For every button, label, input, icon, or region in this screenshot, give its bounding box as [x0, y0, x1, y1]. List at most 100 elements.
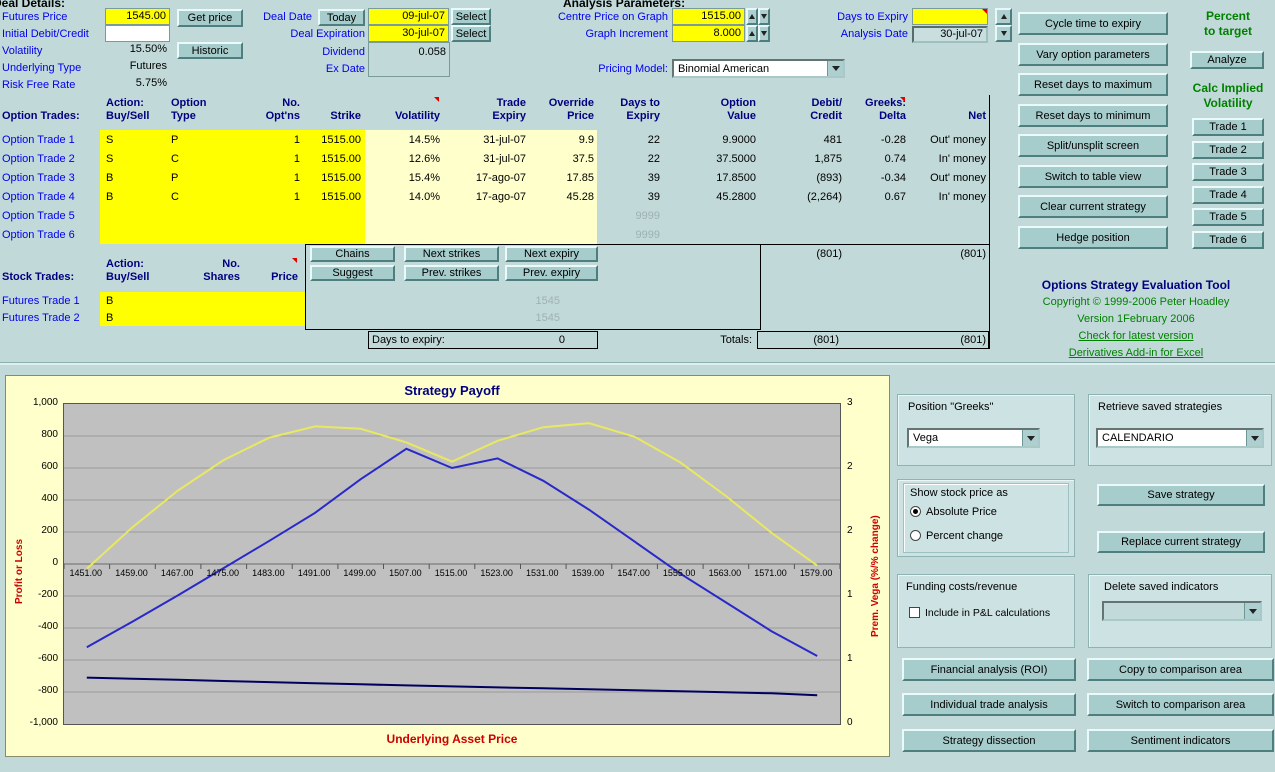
reset-days-to-maximum-button[interactable]: Reset days to maximum	[1018, 73, 1168, 96]
include-funding-checkbox[interactable]	[909, 607, 920, 618]
trade-6-button[interactable]: Trade 6	[1192, 231, 1264, 249]
initial-debit-credit-value[interactable]	[105, 25, 170, 42]
option-cell-type[interactable]: P	[171, 172, 223, 184]
option-cell-action[interactable]: S	[106, 153, 158, 165]
option-cell-vol[interactable]: 14.0%	[366, 191, 440, 203]
reset-days-to-minimum-button[interactable]: Reset days to minimum	[1018, 104, 1168, 127]
option-trade-row-label: Option Trade 4	[2, 191, 98, 203]
option-header-net-line2: Net	[908, 110, 986, 122]
stock-action-cell[interactable]: B	[106, 295, 113, 307]
graph-increment-field[interactable]: 8.000	[672, 25, 745, 42]
cycle-time-to-expiry-button[interactable]: Cycle time to expiry	[1018, 12, 1168, 35]
greeks-dropdown[interactable]: Vega	[907, 428, 1040, 448]
individual-trade-analysis-button[interactable]: Individual trade analysis	[902, 693, 1076, 716]
y-axis-right-tick-label: 2	[847, 525, 869, 536]
suggest-button[interactable]: Suggest	[310, 265, 395, 281]
futures-price-value[interactable]: 1545.00	[105, 8, 170, 25]
stock-trades-section-label: Stock Trades:	[2, 271, 74, 283]
hedge-position-button[interactable]: Hedge position	[1018, 226, 1168, 249]
deal-date-field[interactable]: 09-jul-07	[368, 8, 449, 25]
dropdown-arrow-icon[interactable]	[1244, 603, 1260, 619]
option-cell-type[interactable]: C	[171, 191, 223, 203]
option-cell-strike[interactable]: 1515.00	[303, 172, 361, 184]
deal-date-select-button[interactable]: Select	[451, 8, 491, 25]
option-cell-override[interactable]: 37.5	[528, 153, 594, 165]
replace-current-strategy-button[interactable]: Replace current strategy	[1097, 531, 1265, 553]
stock-row-input[interactable]	[100, 292, 305, 309]
dropdown-arrow-icon[interactable]	[1022, 430, 1038, 446]
trade-5-button[interactable]: Trade 5	[1192, 208, 1264, 226]
trade-1-button[interactable]: Trade 1	[1192, 118, 1264, 136]
option-cell-strike[interactable]: 1515.00	[303, 153, 361, 165]
payoff-plot-svg	[64, 404, 840, 724]
option-cell-action[interactable]: S	[106, 134, 158, 146]
days-to-expiry-field[interactable]	[912, 8, 988, 25]
switch-to-table-view-button[interactable]: Switch to table view	[1018, 165, 1168, 188]
trade-2-button[interactable]: Trade 2	[1192, 141, 1264, 159]
option-cell-expiry[interactable]: 31-jul-07	[446, 153, 526, 165]
prev-expiry-button[interactable]: Prev. expiry	[505, 265, 598, 281]
y-axis-left-tick-label: 600	[14, 461, 58, 472]
days-spinner-up[interactable]	[995, 8, 1012, 25]
prev-strikes-button[interactable]: Prev. strikes	[404, 265, 499, 281]
pricing-model-dropdown[interactable]: Binomial American	[672, 59, 845, 78]
percent-change-radio[interactable]	[910, 530, 921, 541]
clear-current-strategy-button[interactable]: Clear current strategy	[1018, 195, 1168, 218]
option-cell-override[interactable]: 45.28	[528, 191, 594, 203]
save-strategy-button[interactable]: Save strategy	[1097, 484, 1265, 506]
option-cell-override[interactable]: 17.85	[528, 172, 594, 184]
days-to-expiry-bottom-label: Days to expiry:	[372, 334, 445, 346]
calc-implied-volatility-label-line2: Volatility	[1183, 96, 1273, 110]
option-cell-vol[interactable]: 12.6%	[366, 153, 440, 165]
x-axis-tick-label: 1491.00	[291, 568, 337, 578]
dropdown-arrow-icon[interactable]	[827, 61, 843, 76]
centre-price-field[interactable]: 1515.00	[672, 8, 745, 25]
option-cell-action[interactable]: B	[106, 172, 158, 184]
graph-increment-spinner-down[interactable]	[758, 25, 770, 42]
option-cell-type[interactable]: P	[171, 134, 223, 146]
switch-to-comparison-area-button[interactable]: Switch to comparison area	[1087, 693, 1274, 716]
delete-saved-dropdown[interactable]	[1102, 601, 1262, 621]
chains-button[interactable]: Chains	[310, 246, 395, 262]
next-strikes-button[interactable]: Next strikes	[404, 246, 499, 262]
graph-increment-spinner-up[interactable]	[746, 25, 758, 42]
option-cell-vol[interactable]: 14.5%	[366, 134, 440, 146]
option-trade-row-label: Option Trade 1	[2, 134, 98, 146]
saved-strategies-dropdown[interactable]: CALENDARIO	[1096, 428, 1264, 448]
next-expiry-button[interactable]: Next expiry	[505, 246, 598, 262]
vary-option-parameters-button[interactable]: Vary option parameters	[1018, 43, 1168, 66]
analyze-button[interactable]: Analyze	[1190, 51, 1264, 69]
option-cell-expiry[interactable]: 31-jul-07	[446, 134, 526, 146]
derivatives-addin-link[interactable]: Derivatives Add-in for Excel	[1000, 345, 1272, 362]
absolute-price-radio[interactable]	[910, 506, 921, 517]
copy-to-comparison-area-button[interactable]: Copy to comparison area	[1087, 658, 1274, 681]
deal-expiration-field[interactable]: 30-jul-07	[368, 25, 449, 42]
deal-expiration-select-button[interactable]: Select	[451, 25, 491, 42]
trade-4-button[interactable]: Trade 4	[1192, 186, 1264, 204]
option-cell-qty[interactable]: 1	[228, 153, 300, 165]
stock-row-input[interactable]	[100, 309, 305, 326]
option-cell-vol[interactable]: 15.4%	[366, 172, 440, 184]
strategy-dissection-button[interactable]: Strategy dissection	[902, 729, 1076, 752]
days-spinner-down[interactable]	[995, 25, 1012, 42]
option-cell-expiry[interactable]: 17-ago-07	[446, 191, 526, 203]
split-unsplit-screen-button[interactable]: Split/unsplit screen	[1018, 134, 1168, 157]
option-cell-type[interactable]: C	[171, 153, 223, 165]
option-cell-strike[interactable]: 1515.00	[303, 191, 361, 203]
option-cell-qty[interactable]: 1	[228, 172, 300, 184]
option-cell-qty[interactable]: 1	[228, 191, 300, 203]
stock-action-cell[interactable]: B	[106, 312, 113, 324]
option-cell-strike[interactable]: 1515.00	[303, 134, 361, 146]
option-cell-override[interactable]: 9.9	[528, 134, 594, 146]
dropdown-arrow-icon[interactable]	[1246, 430, 1262, 446]
trade-3-button[interactable]: Trade 3	[1192, 163, 1264, 181]
today-button[interactable]: Today	[318, 9, 365, 26]
centre-price-spinner-up[interactable]	[746, 8, 758, 25]
option-cell-qty[interactable]: 1	[228, 134, 300, 146]
sentiment-indicators-button[interactable]: Sentiment indicators	[1087, 729, 1274, 752]
option-cell-expiry[interactable]: 17-ago-07	[446, 172, 526, 184]
check-latest-version-link[interactable]: Check for latest version	[1000, 328, 1272, 345]
centre-price-spinner-down[interactable]	[758, 8, 770, 25]
option-cell-action[interactable]: B	[106, 191, 158, 203]
financial-analysis-roi-button[interactable]: Financial analysis (ROI)	[902, 658, 1076, 681]
